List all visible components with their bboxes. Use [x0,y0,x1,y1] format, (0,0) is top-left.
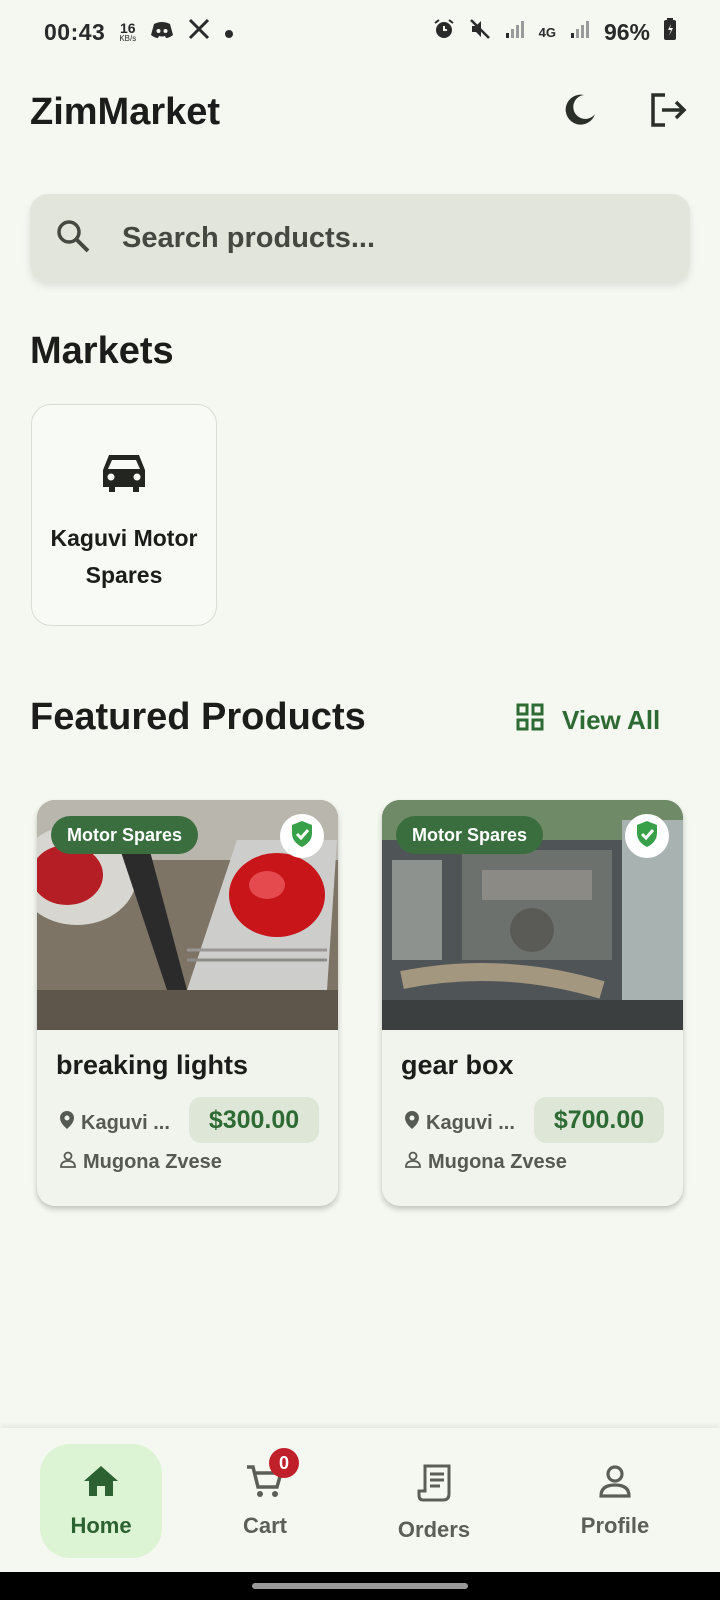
moon-icon [562,92,598,133]
status-time: 00:43 [44,18,106,45]
gesture-area [0,1572,720,1600]
product-card[interactable]: Motor Spares gear box Kaguvi ... $700.00… [382,800,683,1206]
nav-item-orders[interactable]: Orders [373,1444,495,1558]
nav-item-home[interactable]: Home [40,1444,162,1558]
product-seller: Mugona Zvese [404,1150,567,1174]
product-name: breaking lights [56,1050,249,1080]
grid-icon [516,703,544,738]
verified-badge [280,814,324,858]
market-name: Kaguvi Motor Spares [50,525,198,588]
bottom-navigation: Home 0 Cart Orders Profile [0,1428,720,1572]
logout-icon [649,92,687,133]
gesture-handle[interactable] [252,1583,468,1589]
app-bar: ZimMarket [0,72,720,152]
cart-icon: 0 [245,1448,299,1503]
product-image[interactable]: Motor Spares [37,800,338,1030]
nav-label: Profile [580,1513,650,1538]
nav-label: Home [70,1513,132,1538]
product-location: Kaguvi ... [404,1110,515,1136]
receipt-icon [417,1464,451,1507]
battery-icon [664,18,676,46]
product-price: $300.00 [189,1097,319,1143]
market-card[interactable]: Kaguvi Motor Spares [31,404,217,626]
logout-button[interactable] [646,90,690,134]
product-price: $700.00 [534,1097,664,1143]
dark-mode-toggle[interactable] [558,90,602,134]
search-input[interactable] [122,221,642,255]
x-icon [188,18,210,46]
location-pin-icon [404,1110,420,1136]
discord-icon [150,19,174,45]
nav-label: Orders [397,1517,471,1542]
verified-badge [625,814,669,858]
cart-count-badge: 0 [269,1448,299,1478]
net-speed: 16 KB/s [119,20,137,43]
person-icon [404,1150,422,1174]
signal-icon [570,19,590,45]
nav-label: Cart [242,1513,287,1538]
home-icon [82,1464,120,1503]
category-badge: Motor Spares [396,816,544,854]
network-type: 4G [538,24,556,40]
nav-item-profile[interactable]: Profile [554,1444,676,1558]
battery-level: 96% [603,18,650,45]
markets-heading: Markets [30,330,174,372]
product-name: gear box [401,1050,514,1080]
status-bar: 00:43 16 KB/s 4G 96% [0,0,720,64]
category-badge: Motor Spares [51,816,199,854]
product-seller: Mugona Zvese [59,1150,222,1174]
alarm-icon [433,18,455,46]
product-location: Kaguvi ... [59,1110,170,1136]
nav-item-cart[interactable]: 0 Cart [204,1444,326,1558]
verified-check-icon [288,820,316,853]
notification-dot-icon [224,19,234,45]
person-icon [598,1464,632,1503]
search-bar[interactable] [30,194,690,282]
product-image[interactable]: Motor Spares [382,800,683,1030]
view-all-button[interactable]: View All [516,700,660,740]
featured-heading: Featured Products [30,696,366,738]
search-icon [56,219,90,258]
signal-icon [505,19,525,45]
location-pin-icon [59,1110,75,1136]
view-all-label: View All [562,704,661,735]
product-card[interactable]: Motor Spares breaking lights Kaguvi ... … [37,800,338,1206]
app-title: ZimMarket [30,90,221,133]
car-icon [100,451,148,498]
verified-check-icon [633,820,661,853]
person-icon [59,1150,77,1174]
mute-icon [469,18,491,46]
